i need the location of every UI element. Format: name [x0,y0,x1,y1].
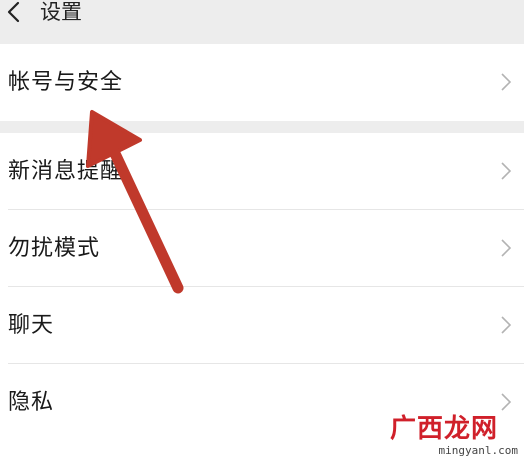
settings-item-chat[interactable]: 聊天 [0,287,524,364]
settings-page: 设置 帐号与安全 新消息提醒 勿扰模式 聊天 隐私 广西龙网 mingyanl.… [0,0,524,458]
settings-item-label: 新消息提醒 [8,159,124,184]
settings-item-label: 聊天 [8,313,55,338]
chevron-right-icon [501,316,512,334]
nav-header: 设置 [0,0,524,44]
settings-item-do-not-disturb[interactable]: 勿扰模式 [0,210,524,287]
chevron-right-icon [501,393,512,411]
settings-item-label: 勿扰模式 [8,236,101,261]
settings-item-new-message-alert[interactable]: 新消息提醒 [0,133,524,210]
watermark-url: mingyanl.com [438,444,518,457]
settings-group-account: 帐号与安全 [0,44,524,121]
page-title: 设置 [40,0,82,24]
chevron-right-icon [501,162,512,180]
chevron-right-icon [501,73,512,91]
watermark-logo: 广西龙网 [389,414,498,444]
settings-item-label: 帐号与安全 [8,70,124,95]
back-arrow-icon[interactable] [4,0,24,26]
settings-item-label: 隐私 [8,390,55,415]
watermark: 广西龙网 mingyanl.com [374,414,524,458]
chevron-right-icon [501,239,512,257]
settings-item-account-security[interactable]: 帐号与安全 [0,44,524,121]
